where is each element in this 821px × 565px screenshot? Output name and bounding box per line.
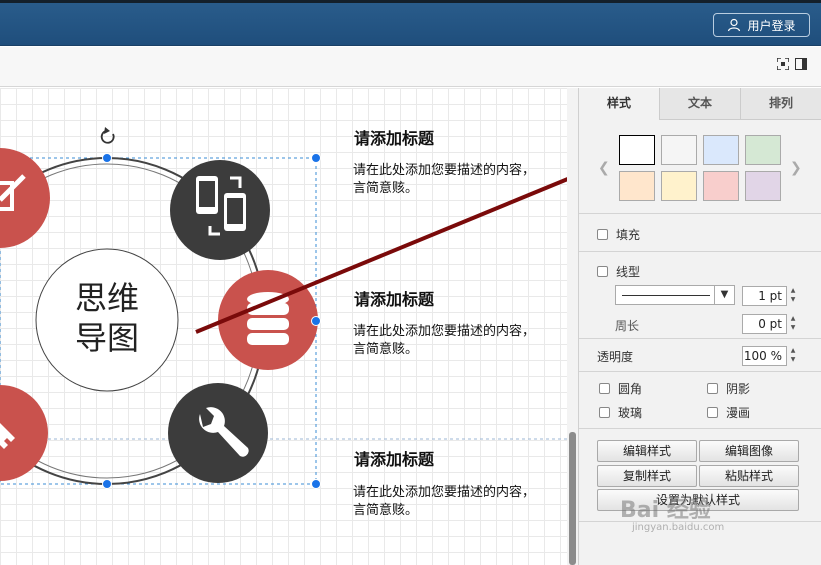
swatch-white[interactable] [619,135,655,165]
opacity-label: 透明度 [597,350,634,364]
item-desc-3[interactable]: 请在此处添加您要描述的内容，言简意赅。 [353,484,543,520]
toolbar [0,47,821,87]
node-wrench[interactable] [168,383,268,483]
copy-style-button[interactable]: 复制样式 [597,465,697,487]
login-button[interactable]: 用户登录 [713,13,810,37]
tab-text[interactable]: 文本 [659,88,740,120]
swatch-red[interactable] [703,171,739,201]
line-label: 线型 [616,265,641,279]
fill-checkbox[interactable] [597,229,608,240]
user-icon [728,18,741,32]
divider [579,371,821,372]
window-edge [0,0,821,3]
swatch-green[interactable] [745,135,781,165]
item-title-3[interactable]: 请添加标题 [354,446,434,470]
paste-style-button[interactable]: 粘贴样式 [699,465,799,487]
perimeter-label: 周长 [615,319,640,333]
format-panel: 样式 文本 排列 ❮ ❯ 填充 线型 ▼ 1 pt ▲ ▼ 周长 0 pt ▲ ▼ … [578,88,821,565]
panel-tabs: 样式 文本 排列 [579,88,821,120]
fill-label: 填充 [616,228,641,242]
edit-style-button[interactable]: 编辑样式 [597,440,697,462]
shadow-label: 阴影 [726,382,751,396]
center-text-line-1: 思维 [74,279,139,317]
opacity-input[interactable]: 100 % [742,346,787,366]
perimeter-spinner[interactable]: ▲ ▼ [788,314,798,334]
opacity-spinner[interactable]: ▲ ▼ [788,346,798,366]
tab-style[interactable]: 样式 [579,88,659,120]
drawing-canvas[interactable]: 思维 导图 请添加标题 请在此处添加您要描述的内容，言简意赅。 请添加标题 请在… [0,88,578,565]
node-edit[interactable] [0,148,50,248]
watermark-url: jingyan.baidu.com [632,522,725,533]
divider [579,251,821,252]
login-label: 用户登录 [747,18,796,33]
center-text-line-2: 导图 [74,319,139,357]
tab-arrange[interactable]: 排列 [740,88,821,120]
line-checkbox[interactable] [597,266,608,277]
rounded-label: 圆角 [618,382,643,396]
node-database[interactable] [218,270,318,370]
top-header-bar: 用户登录 [0,0,821,46]
sketch-label: 漫画 [726,406,751,420]
swatch-gray[interactable] [661,135,697,165]
item-title-2[interactable]: 请添加标题 [354,286,434,310]
panel-toggle-icon[interactable] [795,58,807,70]
node-key[interactable] [0,385,48,481]
swatch-orange[interactable] [619,171,655,201]
perimeter-input[interactable]: 0 pt [742,314,787,334]
glass-checkbox[interactable] [599,407,610,418]
database-icon [247,292,289,345]
edit-image-button[interactable]: 编辑图像 [699,440,799,462]
swatch-blue[interactable] [703,135,739,165]
item-title-1[interactable]: 请添加标题 [354,125,434,149]
canvas-scroll-thumb[interactable] [569,432,576,565]
rotate-handle-icon[interactable] [100,127,115,144]
item-desc-2[interactable]: 请在此处添加您要描述的内容，言简意赅。 [353,323,543,359]
chevron-down-icon[interactable]: ▼ [714,286,734,304]
baidu-watermark: Bai 经验 jingyan.baidu.com [620,498,725,534]
line-width-input[interactable]: 1 pt [742,286,787,306]
item-desc-1[interactable]: 请在此处添加您要描述的内容，言简意赅。 [353,162,543,198]
node-devices[interactable] [170,160,270,260]
divider [579,338,821,339]
rounded-checkbox[interactable] [599,383,610,394]
line-style-select[interactable]: ▼ [615,285,735,305]
swatch-purple[interactable] [745,171,781,201]
center-node-text: 思维 导图 [57,278,157,358]
line-width-spinner[interactable]: ▲ ▼ [788,286,798,306]
fullscreen-icon[interactable] [777,58,789,70]
sketch-checkbox[interactable] [707,407,718,418]
divider [579,213,821,214]
chevron-right-icon[interactable]: ❯ [790,160,802,176]
watermark-brand: Bai 经验 [620,498,711,523]
color-swatches [619,135,781,201]
swatch-yellow[interactable] [661,171,697,201]
chevron-left-icon[interactable]: ❮ [598,160,610,176]
glass-label: 玻璃 [618,406,643,420]
divider [579,428,821,429]
shadow-checkbox[interactable] [707,383,718,394]
